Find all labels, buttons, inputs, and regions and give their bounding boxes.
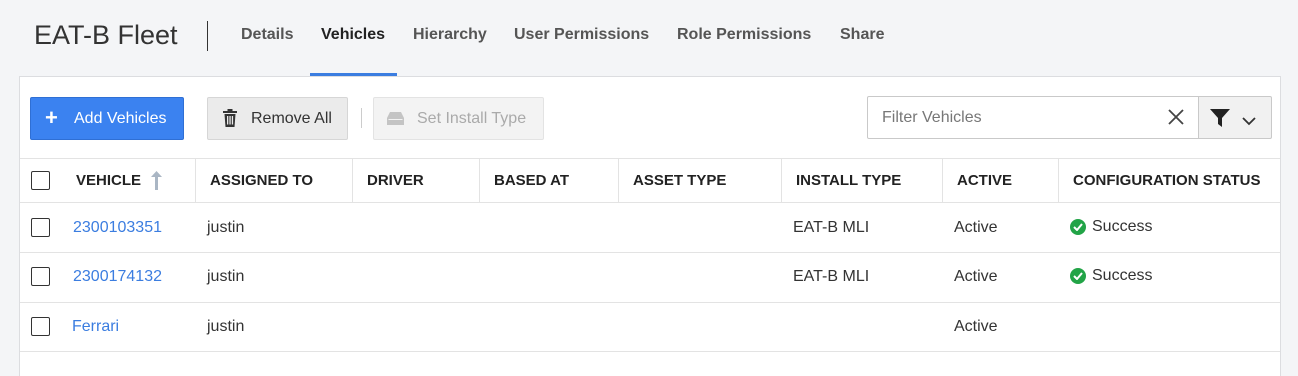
funnel-icon [1210,109,1230,132]
column-divider [479,159,480,203]
table-row: 2300174132 justin EAT-B MLI Active Succe… [20,253,1280,303]
tab-details[interactable]: Details [241,26,293,44]
vehicle-link[interactable]: 2300174132 [73,268,162,286]
sort-ascending-icon[interactable] [151,171,162,195]
row-checkbox[interactable] [31,218,50,237]
select-all-checkbox[interactable] [31,171,50,190]
filter-box [867,96,1200,139]
close-icon[interactable] [1167,108,1185,131]
title-divider [207,21,208,51]
toolbar-separator [361,108,362,128]
tab-share[interactable]: Share [840,26,884,44]
active-cell: Active [954,219,998,236]
trash-icon [222,109,238,132]
config-status-text: Success [1092,218,1153,235]
add-vehicles-button[interactable]: + Add Vehicles [30,97,184,140]
tab-hierarchy[interactable]: Hierarchy [413,26,487,44]
column-divider [942,159,943,203]
config-status-cell: Success [1070,267,1152,285]
active-cell: Active [954,268,998,285]
plus-icon: + [45,105,58,130]
active-cell: Active [954,318,998,335]
vehicle-link[interactable]: Ferrari [72,318,119,336]
check-circle-icon [1070,219,1086,235]
column-divider [781,159,782,203]
install-type-cell: EAT-B MLI [793,268,870,285]
column-header-assigned-to[interactable]: ASSIGNED TO [210,159,313,203]
add-vehicles-label: Add Vehicles [74,110,167,127]
tab-role-permissions[interactable]: Role Permissions [677,26,811,44]
page-title: EAT-B Fleet [34,20,178,50]
table-row: Ferrari justin Active [20,302,1280,352]
column-divider [352,159,353,203]
install-type-cell: EAT-B MLI [793,219,870,236]
config-status-text: Success [1092,267,1153,284]
row-checkbox[interactable] [31,317,50,336]
column-header-asset-type[interactable]: ASSET TYPE [633,159,726,203]
tab-user-permissions[interactable]: User Permissions [514,26,649,44]
vehicle-link[interactable]: 2300103351 [73,219,162,237]
column-header-vehicle[interactable]: VEHICLE [76,159,141,203]
column-divider [195,159,196,203]
table-header-row: VEHICLE ASSIGNED TO DRIVER BASED AT ASSE… [20,158,1280,203]
column-divider [1058,159,1059,203]
column-header-driver[interactable]: DRIVER [367,159,424,203]
check-circle-icon [1070,268,1086,284]
remove-all-label: Remove All [251,110,332,127]
column-header-active[interactable]: ACTIVE [957,159,1012,203]
config-status-cell: Success [1070,218,1152,236]
chevron-down-icon [1242,113,1256,131]
column-header-install-type[interactable]: INSTALL TYPE [796,159,901,203]
install-icon [387,112,404,130]
set-install-type-button[interactable]: Set Install Type [373,97,544,140]
remove-all-button[interactable]: Remove All [207,97,348,140]
column-header-based-at[interactable]: BASED AT [494,159,569,203]
column-header-configuration-status[interactable]: CONFIGURATION STATUS [1073,159,1261,203]
page-header: EAT-B Fleet Details Vehicles Hierarchy U… [0,0,1298,76]
tab-vehicles[interactable]: Vehicles [321,26,385,44]
filter-dropdown-button[interactable] [1198,96,1272,139]
assigned-to-cell: justin [207,318,245,335]
set-install-type-label: Set Install Type [417,110,527,127]
assigned-to-cell: justin [207,268,245,285]
column-divider [618,159,619,203]
row-checkbox[interactable] [31,267,50,286]
assigned-to-cell: justin [207,219,245,236]
table-row: 2300103351 justin EAT-B MLI Active Succe… [20,203,1280,253]
filter-vehicles-input[interactable] [868,97,1158,138]
